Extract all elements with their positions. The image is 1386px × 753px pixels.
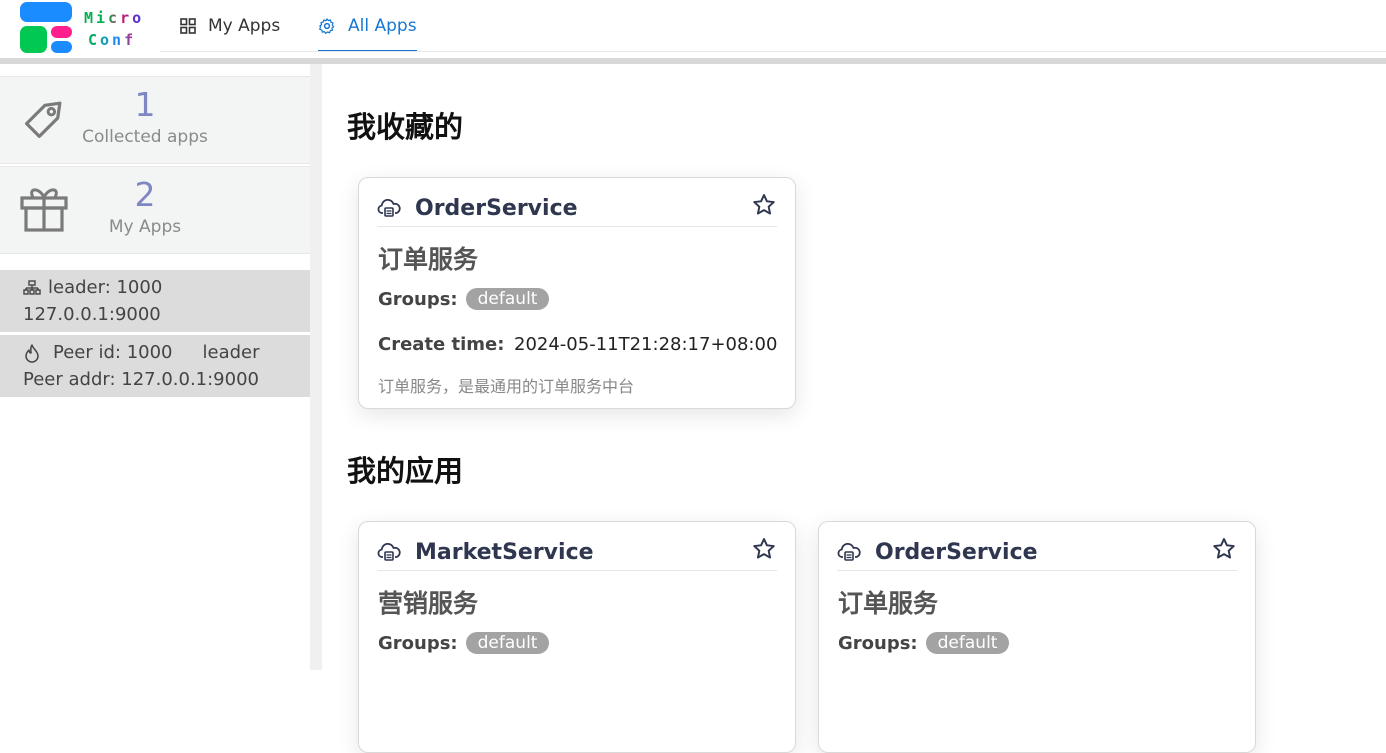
peer-info-panel: Peer id: 1000 leader Peer addr: 127.0.0.…	[0, 335, 310, 397]
peer-role: leader	[202, 342, 260, 363]
star-icon[interactable]	[1211, 536, 1237, 562]
create-time-label: Create time:	[378, 334, 505, 355]
logo-text-micro: Micro	[84, 9, 145, 27]
grid-icon	[180, 18, 196, 34]
star-icon[interactable]	[751, 536, 777, 562]
collected-apps-count: 1	[134, 85, 156, 124]
app-groups: Groups: default	[378, 632, 550, 654]
app-cn-name: 订单服务	[838, 589, 939, 618]
app-groups: Groups: default	[838, 632, 1010, 654]
create-time-value: 2024-05-11T21:28:17+08:00	[514, 334, 778, 355]
app-card-marketservice[interactable]: MarketService 营销服务 Groups: default	[358, 521, 796, 753]
gear-icon	[319, 18, 335, 34]
leader-address: 127.0.0.1:9000	[23, 304, 161, 325]
favorites-section-title: 我收藏的	[347, 110, 464, 144]
logo-shape-blue	[51, 41, 72, 53]
app-card-orderservice[interactable]: OrderService 订单服务 Groups: default	[818, 521, 1256, 753]
cloud-server-icon	[377, 542, 401, 561]
stat-collected-apps[interactable]: 1 Collected apps	[0, 76, 310, 164]
app-cn-name: 订单服务	[378, 245, 479, 274]
logo-shape-top	[20, 2, 72, 22]
star-icon[interactable]	[751, 192, 777, 218]
app-description: 订单服务，是最通用的订单服务中台	[378, 377, 635, 396]
group-tag[interactable]: default	[465, 288, 550, 310]
cluster-leader-panel: leader: 1000 127.0.0.1:9000	[0, 270, 310, 332]
groups-label: Groups:	[838, 632, 918, 654]
nav-my-apps[interactable]: My Apps	[180, 0, 280, 52]
app-name[interactable]: MarketService	[415, 540, 594, 565]
nav-all-apps-label: All Apps	[348, 16, 417, 36]
my-apps-section-title: 我的应用	[347, 454, 464, 488]
app-cn-name: 营销服务	[378, 589, 479, 618]
leader-text: leader: 1000	[48, 277, 163, 298]
peer-id: Peer id: 1000	[53, 342, 173, 363]
groups-label: Groups:	[378, 288, 458, 310]
cluster-icon	[23, 279, 41, 295]
sidebar-separator	[310, 64, 322, 670]
my-apps-label: My Apps	[108, 217, 182, 237]
groups-label: Groups:	[378, 632, 458, 654]
group-tag[interactable]: default	[925, 632, 1010, 654]
app-name[interactable]: OrderService	[415, 196, 578, 221]
my-apps-count: 2	[134, 175, 156, 214]
app-create-time: Create time: 2024-05-11T21:28:17+08:00	[378, 334, 777, 355]
app-logo[interactable]: Micro Conf	[20, 2, 141, 54]
logo-shape-green	[20, 26, 47, 53]
header-divider	[160, 51, 1386, 52]
gift-icon	[20, 188, 68, 232]
logo-shape-pink	[51, 26, 72, 38]
card-header: MarketService	[377, 534, 777, 571]
collected-apps-label: Collected apps	[82, 127, 208, 147]
app-card-favorite-orderservice[interactable]: OrderService 订单服务 Groups: default Create…	[358, 177, 796, 409]
nav-my-apps-label: My Apps	[208, 16, 281, 36]
app-header: Micro Conf My Apps All Apps	[0, 0, 1386, 58]
tag-icon	[25, 101, 62, 138]
fire-icon	[25, 343, 39, 363]
group-tag[interactable]: default	[465, 632, 550, 654]
app-groups: Groups: default	[378, 288, 550, 310]
stat-my-apps[interactable]: 2 My Apps	[0, 166, 310, 254]
app-name[interactable]: OrderService	[875, 540, 1038, 565]
sidebar: 1 Collected apps 2 My Apps leader: 1000 …	[0, 64, 310, 670]
card-header: OrderService	[837, 534, 1237, 571]
cloud-server-icon	[837, 542, 861, 561]
cloud-server-icon	[377, 198, 401, 217]
logo-text-conf: Conf	[88, 31, 137, 49]
peer-address: Peer addr: 127.0.0.1:9000	[23, 369, 259, 390]
nav-all-apps[interactable]: All Apps	[318, 0, 417, 52]
card-header: OrderService	[377, 190, 777, 227]
